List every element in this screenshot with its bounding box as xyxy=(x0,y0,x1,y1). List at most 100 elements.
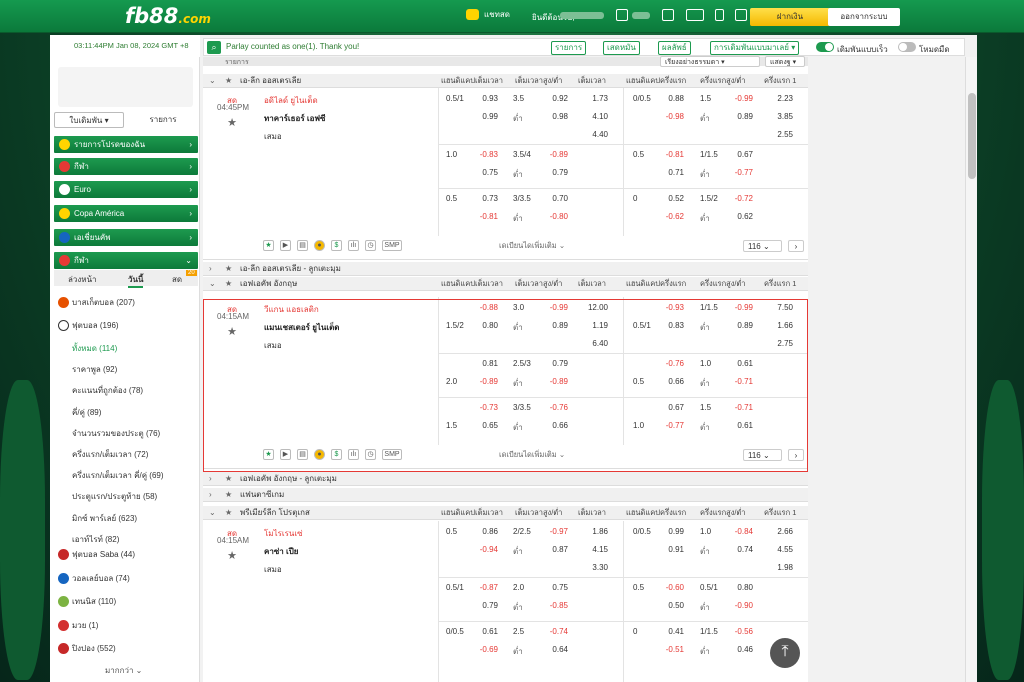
coin-icon[interactable]: ● xyxy=(314,240,325,251)
more-bets-link[interactable]: เดเบียนไดเพิ่มเติม ⌄ xyxy=(499,240,565,252)
wallet-icon[interactable] xyxy=(616,9,628,21)
odds-value[interactable]: 1.98 xyxy=(777,563,793,572)
star-icon[interactable]: ★ xyxy=(225,472,232,486)
odds-value[interactable]: 0.70 xyxy=(552,194,568,203)
scroll-top-button[interactable]: ⤒ xyxy=(770,638,800,668)
odds-value[interactable]: 0.88 xyxy=(668,94,684,103)
odds-value[interactable]: 0.99 xyxy=(668,527,684,536)
soccer-sub-item[interactable]: เอาท์ไรท์ (82) xyxy=(72,533,119,546)
odds-value[interactable]: -0.99 xyxy=(735,94,753,103)
odds-value[interactable]: 0.64 xyxy=(552,645,568,654)
star-icon[interactable]: ★ xyxy=(225,488,232,502)
menu-icon[interactable] xyxy=(735,9,747,21)
chevron-icon[interactable]: › xyxy=(209,262,212,276)
league-header[interactable]: ⌄ ★ เอฟเอคัพ อังกฤษ แฮนดิแคปเต็มเวลา เต็มเวล… xyxy=(203,277,808,291)
favorite-star-icon[interactable]: ★ xyxy=(217,549,247,562)
odds-value[interactable]: -0.81 xyxy=(480,212,498,221)
odds-value[interactable]: 0.50 xyxy=(668,601,684,610)
sidebar-sports-expanded[interactable]: กีฬา ⌄ xyxy=(54,252,198,269)
odds-value[interactable]: -0.74 xyxy=(550,627,568,636)
odds-value[interactable]: 0.86 xyxy=(482,527,498,536)
odds-value[interactable]: -0.60 xyxy=(666,583,684,592)
odds-value[interactable]: -0.81 xyxy=(666,150,684,159)
league-header[interactable]: › ★ แฟนตาซีเกม xyxy=(203,488,808,502)
odds-value[interactable]: -0.94 xyxy=(480,545,498,554)
odds-value[interactable]: 2.55 xyxy=(777,130,793,139)
sport-table-tennis[interactable]: ปิงปอง (552) xyxy=(58,642,116,655)
odds-value[interactable]: 0.92 xyxy=(552,94,568,103)
live-chat-link[interactable]: แชทสด xyxy=(466,8,510,22)
result-button[interactable]: ผลลัพธ์ xyxy=(658,41,691,55)
tab-betslip[interactable]: ใบเดิมพัน ▾ xyxy=(54,112,124,128)
star-icon[interactable]: ★ xyxy=(225,262,232,276)
odds-value[interactable]: 0.91 xyxy=(668,545,684,554)
odds-value[interactable]: 0.62 xyxy=(737,212,753,221)
sport-volleyball[interactable]: วอลเลย์บอล (74) xyxy=(58,572,130,585)
odds-value[interactable]: 1.86 xyxy=(592,527,608,536)
sport-soccer-saba[interactable]: ฟุตบอล Saba (44) xyxy=(58,548,135,561)
sidebar-sports[interactable]: กีฬา › xyxy=(54,158,198,175)
chevron-icon[interactable]: › xyxy=(209,488,212,502)
odds-value[interactable]: -0.56 xyxy=(735,627,753,636)
odds-value[interactable]: 2.23 xyxy=(777,94,793,103)
odds-value[interactable]: -0.77 xyxy=(735,168,753,177)
odds-value[interactable]: 0.99 xyxy=(482,112,498,121)
odds-value[interactable]: 0.41 xyxy=(668,627,684,636)
odds-value[interactable]: -0.90 xyxy=(735,601,753,610)
odds-value[interactable]: 0.80 xyxy=(737,583,753,592)
logo[interactable]: fb88.com xyxy=(125,4,211,28)
odds-value[interactable]: -0.72 xyxy=(735,194,753,203)
odds-value[interactable]: -0.98 xyxy=(666,112,684,121)
tab-early[interactable]: ล่วงหน้า xyxy=(68,273,97,286)
soccer-sub-item[interactable]: คะแนนที่ถูกต้อง (78) xyxy=(72,384,143,397)
tab-live[interactable]: สด xyxy=(172,273,182,286)
odds-value[interactable]: 0.87 xyxy=(552,545,568,554)
phone-icon[interactable] xyxy=(715,9,724,21)
odds-value[interactable]: -0.97 xyxy=(550,527,568,536)
gift-icon[interactable] xyxy=(686,9,704,21)
tab-today[interactable]: วันนี้ xyxy=(128,273,144,288)
odds-value[interactable]: 4.40 xyxy=(592,130,608,139)
soccer-sub-item[interactable]: มิกซ์ พาร์เลย์ (623) xyxy=(72,512,137,525)
chevron-icon[interactable]: ⌄ xyxy=(209,74,216,88)
soccer-sub-item[interactable]: ครึ่งแรก/เต็มเวลา (72) xyxy=(72,448,148,461)
chart-icon[interactable]: ılı xyxy=(348,240,359,251)
next-button[interactable]: › xyxy=(788,240,804,252)
star-icon[interactable]: ★ xyxy=(263,240,274,251)
logout-button[interactable]: ออกจากระบบ xyxy=(828,8,900,26)
tab-bet-list[interactable]: รายการ xyxy=(128,112,198,128)
odds-value[interactable]: 4.55 xyxy=(777,545,793,554)
odds-value[interactable]: 0.71 xyxy=(668,168,684,177)
sport-soccer[interactable]: ฟุตบอล (196) xyxy=(58,319,119,332)
odds-value[interactable]: -0.89 xyxy=(550,150,568,159)
history-icon[interactable]: ◷ xyxy=(365,240,376,251)
odds-value[interactable]: 0.74 xyxy=(737,545,753,554)
odds-value[interactable]: -0.80 xyxy=(550,212,568,221)
soccer-sub-item[interactable]: ประตูแรก/ประตูท้าย (58) xyxy=(72,490,157,503)
chevron-icon[interactable]: ⌄ xyxy=(209,277,216,291)
fast-bet-toggle[interactable] xyxy=(816,42,834,52)
search-icon[interactable]: ⌕ xyxy=(207,41,221,54)
league-header[interactable]: ⌄ ★ เอ-ลีก ออสเตรเลีย แฮนดิแคปเต็มเวลา เต็มเ… xyxy=(203,74,808,88)
odds-value[interactable]: 0.75 xyxy=(552,583,568,592)
sidebar-asian-cup[interactable]: เอเชี่ยนคัพ › xyxy=(54,229,198,246)
soccer-sub-item[interactable]: ครึ่งแรก/เต็มเวลา คี่/คู่ (69) xyxy=(72,469,164,482)
odds-value[interactable]: -0.69 xyxy=(480,645,498,654)
odds-value[interactable]: 0.75 xyxy=(482,168,498,177)
dollar-icon[interactable]: $ xyxy=(331,240,342,251)
play-icon[interactable]: ▶ xyxy=(280,240,291,251)
sidebar-copa[interactable]: Copa América › xyxy=(54,205,198,222)
odds-value[interactable]: -0.51 xyxy=(666,645,684,654)
odds-value[interactable]: 4.10 xyxy=(592,112,608,121)
odds-value[interactable]: 0.61 xyxy=(482,627,498,636)
odds-value[interactable]: 0.79 xyxy=(482,601,498,610)
sidebar-euro[interactable]: Euro › xyxy=(54,181,198,198)
sidebar-favorites[interactable]: รายการโปรดของฉัน › xyxy=(54,136,198,153)
league-header[interactable]: › ★ เอฟเอคัพ อังกฤษ - ลูกเตะมุม xyxy=(203,472,808,486)
soccer-sub-item[interactable]: คี่/คู่ (89) xyxy=(72,406,101,419)
deposit-button[interactable]: ฝากเงิน xyxy=(750,8,830,26)
odds-value[interactable]: 4.15 xyxy=(592,545,608,554)
bet-list-button[interactable]: รายการ xyxy=(551,41,587,55)
odds-value[interactable]: 1.73 xyxy=(592,94,608,103)
stats-icon[interactable]: ▤ xyxy=(297,240,308,251)
